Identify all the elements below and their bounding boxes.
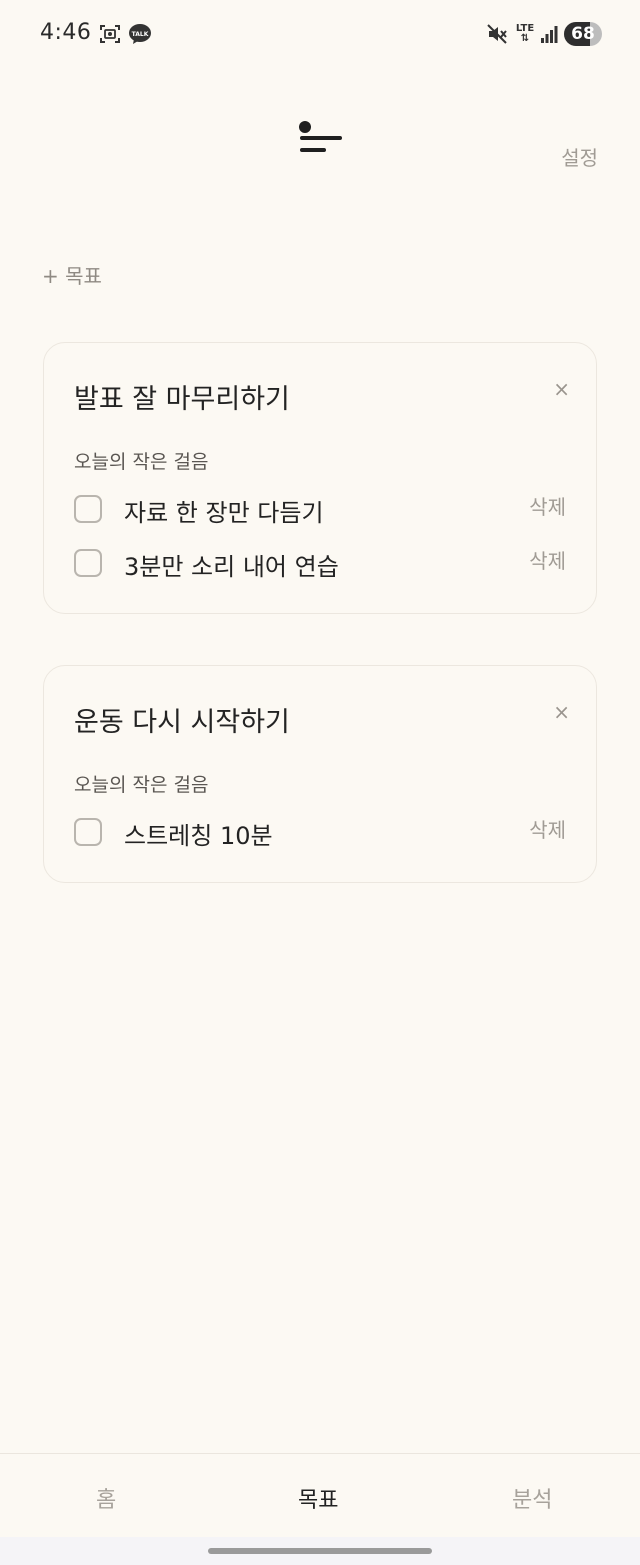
goal-card: 운동 다시 시작하기 × 오늘의 작은 걸음 스트레칭 10분 삭제 [43, 665, 597, 883]
nav-home[interactable]: 홈 [96, 1482, 116, 1514]
status-time: 4:46 [40, 20, 92, 45]
lte-icon: LTE ⇅ [514, 22, 536, 46]
delete-step-button[interactable]: 삭제 [529, 491, 566, 520]
close-goal-button[interactable]: × [553, 377, 570, 401]
battery-level: 68 [571, 24, 595, 44]
steps-label: 오늘의 작은 걸음 [74, 451, 209, 473]
signal-icon [540, 22, 558, 46]
step-item: 3분만 소리 내어 연습 삭제 [74, 547, 566, 581]
step-checkbox[interactable] [74, 495, 102, 523]
delete-step-button[interactable]: 삭제 [529, 545, 566, 574]
steps-label: 오늘의 작은 걸음 [74, 774, 209, 796]
add-goal-button[interactable]: + 목표 [42, 260, 102, 289]
bottom-nav: 홈 목표 분석 [0, 1453, 640, 1537]
battery-icon: 68 [564, 22, 602, 46]
gesture-area [0, 1537, 640, 1565]
close-goal-button[interactable]: × [553, 700, 570, 724]
step-item: 스트레칭 10분 삭제 [74, 816, 566, 850]
step-text[interactable]: 스트레칭 10분 [124, 816, 273, 851]
delete-step-button[interactable]: 삭제 [529, 814, 566, 843]
mute-icon [486, 22, 508, 46]
home-gesture-bar[interactable] [208, 1548, 432, 1554]
step-item: 자료 한 장만 다듬기 삭제 [74, 493, 566, 527]
step-checkbox[interactable] [74, 818, 102, 846]
step-text[interactable]: 3분만 소리 내어 연습 [124, 547, 339, 582]
nav-analysis[interactable]: 분석 [512, 1482, 552, 1514]
svg-text:TALK: TALK [132, 31, 149, 38]
settings-button[interactable]: 설정 [561, 142, 598, 171]
status-bar: 4:46 TALK LTE ⇅ 68 [0, 0, 640, 68]
goals-screen: 4:46 TALK LTE ⇅ 68 설정 + 목표 발표 잘 마무리하기 × … [0, 0, 640, 1565]
kakaotalk-icon: TALK [128, 22, 152, 46]
data-arrows: ⇅ [520, 33, 530, 44]
step-checkbox[interactable] [74, 549, 102, 577]
app-logo-icon [298, 120, 344, 156]
step-text[interactable]: 자료 한 장만 다듬기 [124, 493, 324, 528]
screenshot-icon [98, 22, 122, 46]
nav-goals[interactable]: 목표 [298, 1482, 338, 1514]
goal-title[interactable]: 운동 다시 시작하기 [74, 700, 290, 739]
goal-title[interactable]: 발표 잘 마무리하기 [74, 377, 290, 416]
goal-card: 발표 잘 마무리하기 × 오늘의 작은 걸음 자료 한 장만 다듬기 삭제 3분… [43, 342, 597, 614]
